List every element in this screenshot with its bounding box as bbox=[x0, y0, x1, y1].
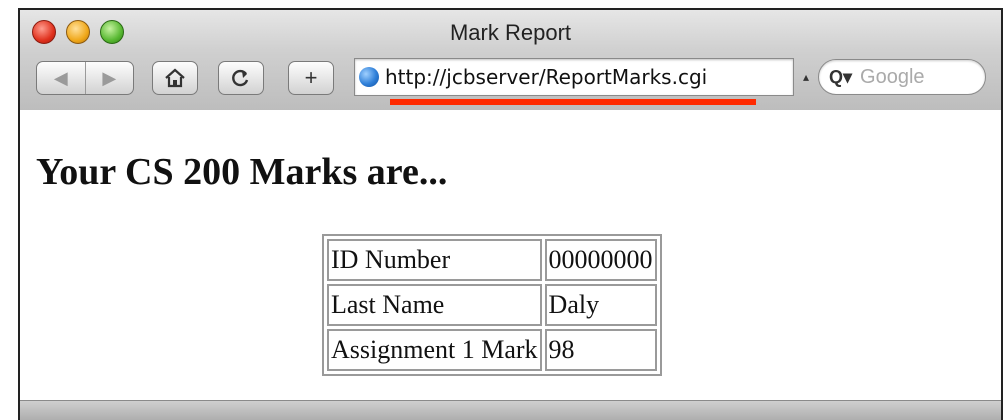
table-row: Assignment 1 Mark 98 bbox=[327, 329, 657, 371]
forward-arrow-icon: ▶ bbox=[102, 67, 117, 88]
back-arrow-icon: ◀ bbox=[53, 67, 68, 88]
house-icon bbox=[165, 68, 185, 88]
url-highlight-underline bbox=[390, 99, 756, 105]
url-dropdown-caret-icon[interactable]: ▴ bbox=[803, 70, 809, 84]
search-icon[interactable]: Q▾ bbox=[829, 67, 852, 88]
table-row: ID Number 00000000 bbox=[327, 239, 657, 281]
search-box[interactable]: Q▾ bbox=[818, 59, 986, 95]
search-input[interactable] bbox=[858, 64, 963, 90]
row-label: Last Name bbox=[327, 284, 542, 326]
window-title: Mark Report bbox=[449, 20, 572, 45]
address-bar[interactable]: http://jcbserver/ReportMarks.cgi bbox=[354, 58, 794, 96]
back-button[interactable]: ◀ bbox=[37, 62, 86, 94]
back-forward-group: ◀ ▶ bbox=[36, 61, 134, 95]
page-heading: Your CS 200 Marks are... bbox=[36, 151, 448, 193]
marks-table: ID Number 00000000 Last Name Daly Assign… bbox=[322, 234, 662, 376]
row-value: 00000000 bbox=[544, 239, 657, 281]
browser-toolbar: Mark Report ◀ ▶ + http://jcbserver/Repor… bbox=[20, 10, 1001, 111]
row-value: Daly bbox=[544, 284, 657, 326]
reload-icon bbox=[232, 69, 249, 87]
row-label: Assignment 1 Mark bbox=[327, 329, 542, 371]
row-label: ID Number bbox=[327, 239, 542, 281]
table-row: Last Name Daly bbox=[327, 284, 657, 326]
address-url[interactable]: http://jcbserver/ReportMarks.cgi bbox=[385, 65, 707, 89]
add-bookmark-button[interactable]: + bbox=[288, 61, 334, 95]
forward-button[interactable]: ▶ bbox=[86, 62, 134, 94]
row-value: 98 bbox=[544, 329, 657, 371]
plus-icon: + bbox=[304, 65, 318, 90]
browser-window: Mark Report ◀ ▶ + http://jcbserver/Repor… bbox=[18, 8, 1003, 420]
home-button[interactable] bbox=[152, 61, 198, 95]
page-content: Your CS 200 Marks are... ID Number 00000… bbox=[20, 110, 1001, 400]
reload-button[interactable] bbox=[218, 61, 264, 95]
globe-icon bbox=[359, 67, 379, 87]
status-bar bbox=[20, 400, 1001, 420]
